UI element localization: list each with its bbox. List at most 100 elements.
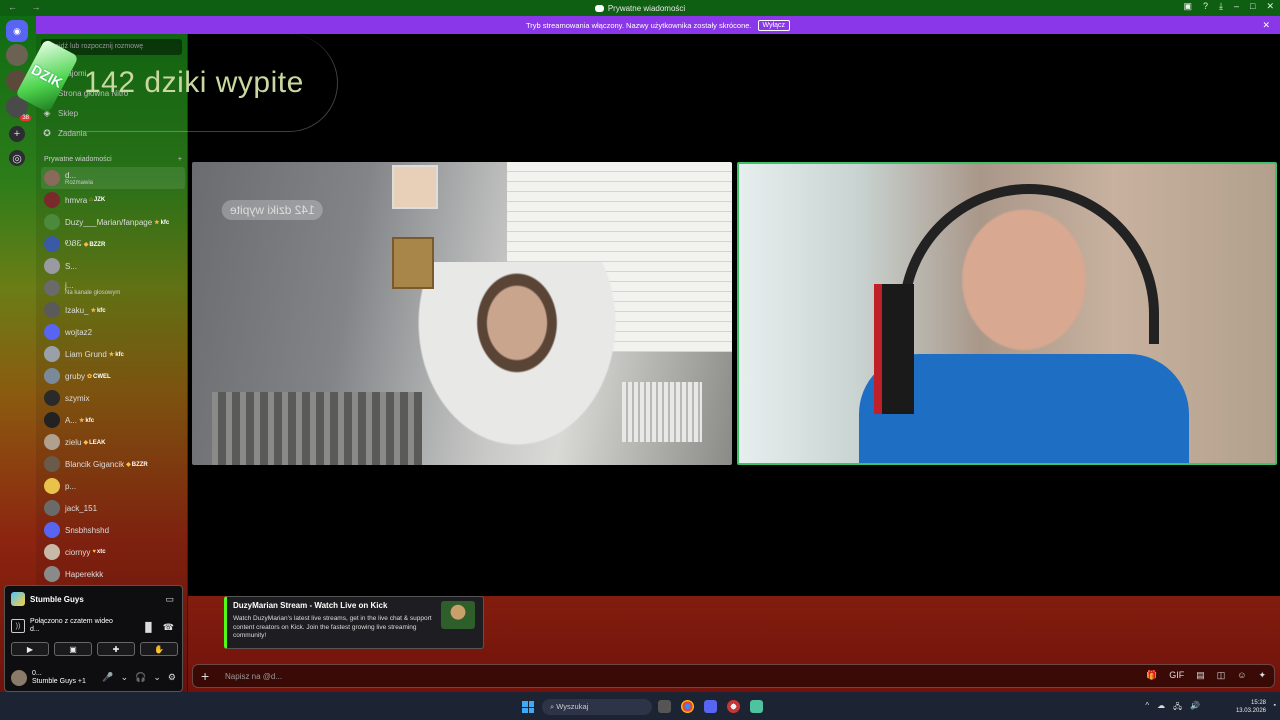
network-icon[interactable]: 🖧 bbox=[1173, 701, 1182, 715]
mirrored-overlay-text: 142 dziki wypite bbox=[222, 200, 323, 220]
download-icon[interactable]: ⤓ bbox=[1219, 1, 1223, 12]
home-discord-icon[interactable]: ◉ bbox=[6, 20, 28, 42]
discord-app-icon[interactable] bbox=[704, 700, 717, 713]
mic-options-chevron-icon[interactable]: ⌄ bbox=[121, 672, 129, 683]
maximize-button[interactable]: □ bbox=[1250, 1, 1255, 12]
server-avatar-1[interactable] bbox=[6, 44, 28, 66]
dm-item[interactable]: jack_151 bbox=[41, 497, 185, 519]
disable-streamer-mode-button[interactable]: Wyłącz bbox=[757, 19, 790, 31]
close-button[interactable]: ✕ bbox=[1266, 1, 1274, 12]
dm-item[interactable]: Blancik Gigancik ◆BZZR bbox=[41, 453, 185, 475]
headphones-icon[interactable]: 🎧 bbox=[135, 672, 146, 683]
dm-item[interactable]: d... Rozmawia bbox=[41, 167, 185, 189]
nav-arrows[interactable]: ← → bbox=[8, 2, 47, 12]
apps-icon[interactable]: ◫ bbox=[1217, 670, 1226, 681]
avatar bbox=[44, 544, 60, 560]
connection-channel[interactable]: d... bbox=[30, 626, 113, 634]
dm-item[interactable]: hmvra ⌂JZK bbox=[41, 189, 185, 211]
emoji-icon[interactable]: ☺ bbox=[1237, 670, 1246, 681]
dm-item[interactable]: ᎧᏰᏋ ◆BZZR bbox=[41, 233, 185, 255]
avatar bbox=[44, 324, 60, 340]
camera-button[interactable]: ▶ bbox=[11, 642, 49, 656]
tray-chevron-icon[interactable]: ^ bbox=[1145, 701, 1149, 715]
game-stream-icon[interactable]: ▭ bbox=[165, 594, 174, 605]
avatar bbox=[44, 500, 60, 516]
dm-item[interactable]: wojtaz2 bbox=[41, 321, 185, 343]
user-panel: Stumble Guys ▭ )) Połączono z czatem wid… bbox=[4, 585, 183, 692]
dm-item[interactable]: S... bbox=[41, 255, 185, 277]
activity-icon[interactable]: ✦ bbox=[1258, 670, 1266, 681]
dm-name: d... bbox=[65, 170, 77, 180]
chrome-alt-icon[interactable] bbox=[727, 700, 740, 713]
avatar bbox=[44, 434, 60, 450]
kick-embed[interactable]: DuzyMarian Stream - Watch Live on Kick W… bbox=[224, 596, 484, 649]
soundboard-button[interactable]: ✋ bbox=[140, 642, 178, 656]
message-input[interactable]: Napisz na @d... bbox=[225, 672, 282, 681]
microphone-icon[interactable]: 🎤 bbox=[102, 672, 113, 683]
screenshare-button[interactable]: ▣ bbox=[54, 642, 92, 656]
chrome-icon[interactable] bbox=[681, 700, 694, 713]
dm-item[interactable]: gruby ✿CWEL bbox=[41, 365, 185, 387]
disconnect-icon[interactable]: ☎ bbox=[163, 622, 174, 633]
onedrive-icon[interactable]: ☁ bbox=[1157, 701, 1165, 715]
server-tag-badge: ✿CWEL bbox=[87, 373, 111, 380]
video-tile-left[interactable]: 142 dziki wypite bbox=[192, 162, 732, 465]
activities-button[interactable]: ✚ bbox=[97, 642, 135, 656]
dm-name-row: Liam Grund ★kfc bbox=[65, 350, 124, 359]
dm-text: p... bbox=[65, 482, 76, 491]
create-dm-icon[interactable]: + bbox=[178, 156, 182, 163]
audio-options-chevron-icon[interactable]: ⌄ bbox=[153, 672, 161, 683]
signal-icon[interactable]: )) bbox=[11, 619, 25, 633]
dm-text: Izaku_ ★kfc bbox=[65, 306, 106, 315]
sticker-icon[interactable]: ▤ bbox=[1196, 670, 1205, 681]
avatar bbox=[44, 522, 60, 538]
dm-item[interactable]: Snsbhshshd bbox=[41, 519, 185, 541]
inbox-icon[interactable]: ▣ bbox=[1183, 1, 1192, 12]
window-title: Prywatne wiadomości bbox=[607, 3, 686, 13]
explore-servers-icon[interactable]: ◎ bbox=[9, 150, 25, 166]
bed-frame bbox=[212, 392, 422, 465]
dm-text: Snsbhshshd bbox=[65, 526, 109, 535]
discord-icon bbox=[594, 4, 604, 12]
dm-text: S... bbox=[65, 262, 77, 271]
banner-close-icon[interactable]: ✕ bbox=[1262, 20, 1270, 31]
dm-name: jack_151 bbox=[65, 503, 98, 513]
minimize-button[interactable]: – bbox=[1234, 1, 1239, 12]
show-desktop-icon[interactable]: ▪ bbox=[1274, 702, 1276, 709]
message-composer[interactable]: + Napisz na @d... 🎁 GIF ▤ ◫ ☺ ✦ bbox=[192, 664, 1275, 688]
task-view-icon[interactable] bbox=[658, 700, 671, 713]
clock[interactable]: 15:28 13.03.2026 bbox=[1236, 699, 1266, 715]
dm-item[interactable]: Izaku_ ★kfc bbox=[41, 299, 185, 321]
dm-item[interactable]: szymix bbox=[41, 387, 185, 409]
noise-suppression-icon[interactable]: ▐▌ bbox=[142, 622, 155, 633]
attach-plus-icon[interactable]: + bbox=[201, 668, 209, 684]
dm-item[interactable]: Duzy___Marian/fanpage ★kfc bbox=[41, 211, 185, 233]
volume-icon[interactable]: 🔊 bbox=[1190, 701, 1200, 715]
taskbar-search[interactable]: ⌕ Wyszukaj bbox=[542, 699, 652, 715]
dm-item[interactable]: ciornyy ♥xtc bbox=[41, 541, 185, 563]
app-icon[interactable] bbox=[750, 700, 763, 713]
dm-text: A... ★kfc bbox=[65, 416, 94, 425]
tag-label: kfc bbox=[115, 351, 124, 358]
gif-icon[interactable]: GIF bbox=[1169, 670, 1184, 681]
dm-item[interactable]: p... bbox=[41, 475, 185, 497]
settings-gear-icon[interactable]: ⚙ bbox=[168, 672, 176, 683]
video-tile-right-speaking[interactable] bbox=[737, 162, 1277, 465]
dm-text: hmvra ⌂JZK bbox=[65, 196, 105, 205]
gift-icon[interactable]: 🎁 bbox=[1146, 670, 1157, 681]
mention-badge: 38 bbox=[20, 115, 31, 121]
dm-name-row: wojtaz2 bbox=[65, 328, 92, 337]
dm-item[interactable]: Haperekkk bbox=[41, 563, 185, 585]
dm-item[interactable]: j... Na kanale głosowym bbox=[41, 277, 185, 299]
help-icon[interactable]: ? bbox=[1203, 1, 1208, 12]
dm-item[interactable]: zielu ◆LEAK bbox=[41, 431, 185, 453]
dm-name-row: ciornyy ♥xtc bbox=[65, 548, 106, 557]
add-server-icon[interactable]: + bbox=[9, 126, 25, 142]
dm-item[interactable]: Liam Grund ★kfc bbox=[41, 343, 185, 365]
start-button-icon[interactable] bbox=[522, 701, 534, 713]
dm-name-row: zielu ◆LEAK bbox=[65, 438, 105, 447]
dm-status: Na kanale głosowym bbox=[65, 289, 121, 296]
avatar bbox=[44, 566, 60, 582]
dm-item[interactable]: A... ★kfc bbox=[41, 409, 185, 431]
current-user[interactable]: 0... Stumble Guys +1 bbox=[11, 670, 86, 686]
